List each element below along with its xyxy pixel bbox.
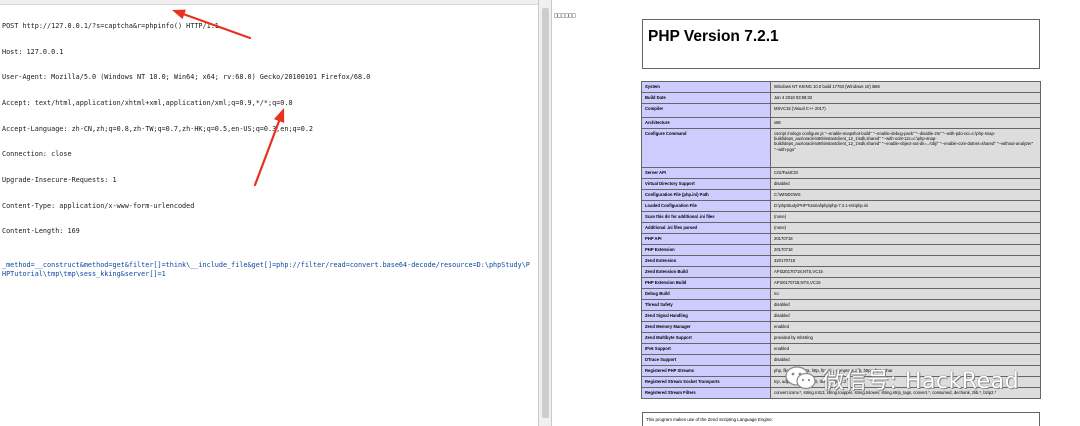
info-key: Scan this dir for additional .ini files: [641, 211, 771, 223]
info-value: Windows NT KKING 10.0 build 17763 (Windo…: [770, 81, 1041, 93]
info-value: enabled: [770, 343, 1041, 355]
watermark: 微信号: HackRead: [784, 361, 1046, 395]
info-value: provided by mbstring: [770, 332, 1041, 344]
info-row: Zend Multibyte Support provided by mbstri…: [641, 332, 1041, 344]
info-key: Debug Build: [641, 288, 771, 300]
request-editor[interactable]: POST http://127.0.0.1/?s=captcha&r=phpin…: [0, 0, 538, 426]
info-value: cscript /nologo configure.js "--enable-s…: [770, 128, 1041, 168]
info-key: Virtual Directory Support: [641, 178, 771, 190]
info-row: System Windows NT KKING 10.0 build 17763 …: [641, 81, 1041, 93]
info-key: Thread Safety: [641, 299, 771, 311]
toolbar-label[interactable]: □□□□□□: [554, 12, 576, 19]
response-toolbar: □□□□□□: [554, 2, 614, 19]
info-value: 320170718: [770, 255, 1041, 267]
request-line-5: Connection: close: [2, 150, 72, 159]
request-line-1: Host: 127.0.0.1: [2, 47, 64, 56]
info-row: Loaded Configuration File D:\phpStudy\PHP…: [641, 200, 1041, 212]
zend-footer: This program makes use of the Zend Scrip…: [642, 412, 1040, 426]
info-row: Compiler MSVC15 (Visual C++ 2017): [641, 103, 1041, 118]
wechat-icon: [785, 366, 816, 390]
info-value: Jan 4 2018 03:59:32: [770, 92, 1041, 104]
info-key: Architecture: [641, 117, 771, 129]
info-key: PHP Extension: [641, 244, 771, 256]
info-row: Server API CGI/FastCGI: [641, 167, 1041, 179]
info-row: Zend Extension 320170718: [641, 255, 1041, 267]
info-row: PHP Extension Build API20170718,NTS,VC15: [641, 277, 1041, 289]
request-line-3: Accept: text/html,application/xhtml+xml,…: [2, 99, 293, 108]
info-key: Zend Memory Manager: [641, 321, 771, 333]
info-row: Zend Extension Build API320170718,NTS,VC1…: [641, 266, 1041, 278]
request-text[interactable]: POST http://127.0.0.1/?s=captcha&r=phpin…: [2, 5, 534, 296]
request-body: _method=__construct&method=get&filter[]=…: [2, 261, 530, 278]
info-value: x86: [770, 117, 1041, 129]
info-key: Zend Signal Handling: [641, 310, 771, 322]
info-row: IPv6 Support enabled: [641, 343, 1041, 355]
info-key: Registered Stream Socket Transports: [641, 376, 771, 388]
info-key: Server API: [641, 167, 771, 179]
info-value: 20170718: [770, 244, 1041, 256]
info-value: disabled: [770, 310, 1041, 322]
info-key: System: [641, 81, 771, 93]
info-value: disabled: [770, 299, 1041, 311]
page-title: PHP Version 7.2.1: [648, 28, 779, 45]
info-key: Loaded Configuration File: [641, 200, 771, 212]
phpinfo-table: System Windows NT KKING 10.0 build 17763 …: [641, 81, 1041, 399]
pane-scrollbar[interactable]: [538, 0, 552, 426]
info-row: Architecture x86: [641, 117, 1041, 129]
info-key: Additional .ini files parsed: [641, 222, 771, 234]
info-key: IPv6 Support: [641, 343, 771, 355]
info-key: Registered PHP Streams: [641, 365, 771, 377]
php-version-header: PHP Version 7.2.1: [642, 19, 1040, 69]
request-line-0: POST http://127.0.0.1/?s=captcha&r=phpin…: [2, 22, 219, 31]
info-row: Zend Signal Handling disabled: [641, 310, 1041, 322]
info-value: MSVC15 (Visual C++ 2017): [770, 103, 1041, 118]
request-line-6: Upgrade-Insecure-Requests: 1: [2, 175, 117, 184]
info-value: no: [770, 288, 1041, 300]
info-key: Compiler: [641, 103, 771, 118]
info-key: PHP API: [641, 233, 771, 245]
info-row: Debug Build no: [641, 288, 1041, 300]
info-row: Zend Memory Manager enabled: [641, 321, 1041, 333]
info-key: Zend Extension: [641, 255, 771, 267]
info-row: Configure Command cscript /nologo configu…: [641, 128, 1041, 168]
request-line-7: Content-Type: application/x-www-form-url…: [2, 201, 195, 210]
info-key: PHP Extension Build: [641, 277, 771, 289]
info-value: 20170718: [770, 233, 1041, 245]
request-line-2: User-Agent: Mozilla/5.0 (Windows NT 10.0…: [2, 73, 371, 82]
info-row: PHP Extension 20170718: [641, 244, 1041, 256]
info-row: Additional .ini files parsed (none): [641, 222, 1041, 234]
info-row: PHP API 20170718: [641, 233, 1041, 245]
footer-text: This program makes use of the Zend Scrip…: [646, 417, 773, 422]
info-key: Configure Command: [641, 128, 771, 168]
info-value: disabled: [770, 178, 1041, 190]
info-value: API20170718,NTS,VC15: [770, 277, 1041, 289]
info-value: CGI/FastCGI: [770, 167, 1041, 179]
info-row: Thread Safety disabled: [641, 299, 1041, 311]
info-value: C:\WINDOWS: [770, 189, 1041, 201]
info-key: Zend Extension Build: [641, 266, 771, 278]
info-row: Scan this dir for additional .ini files(…: [641, 211, 1041, 223]
request-line-4: Accept-Language: zh-CN,zh;q=0.8,zh-TW;q=…: [2, 124, 313, 133]
info-key: DTrace Support: [641, 354, 771, 366]
request-line-8: Content-Length: 169: [2, 227, 80, 236]
scrollbar-thumb[interactable]: [542, 8, 549, 418]
info-key: Registered Stream Filters: [641, 387, 771, 399]
info-key: Configuration File (php.ini) Path: [641, 189, 771, 201]
info-value: API320170718,NTS,VC15: [770, 266, 1041, 278]
info-row: Configuration File (php.ini) Path C:\WIND…: [641, 189, 1041, 201]
info-value: (none): [770, 211, 1041, 223]
info-key: Build Date: [641, 92, 771, 104]
info-row: Build Date Jan 4 2018 03:59:32: [641, 92, 1041, 104]
watermark-text: 微信号: HackRead: [822, 369, 1020, 394]
info-value: enabled: [770, 321, 1041, 333]
info-row: Virtual Directory Support disabled: [641, 178, 1041, 190]
info-value: D:\phpStudy\PHPTutorial\php\php-7.2.1-nt…: [770, 200, 1041, 212]
info-key: Zend Multibyte Support: [641, 332, 771, 344]
info-value: (none): [770, 222, 1041, 234]
